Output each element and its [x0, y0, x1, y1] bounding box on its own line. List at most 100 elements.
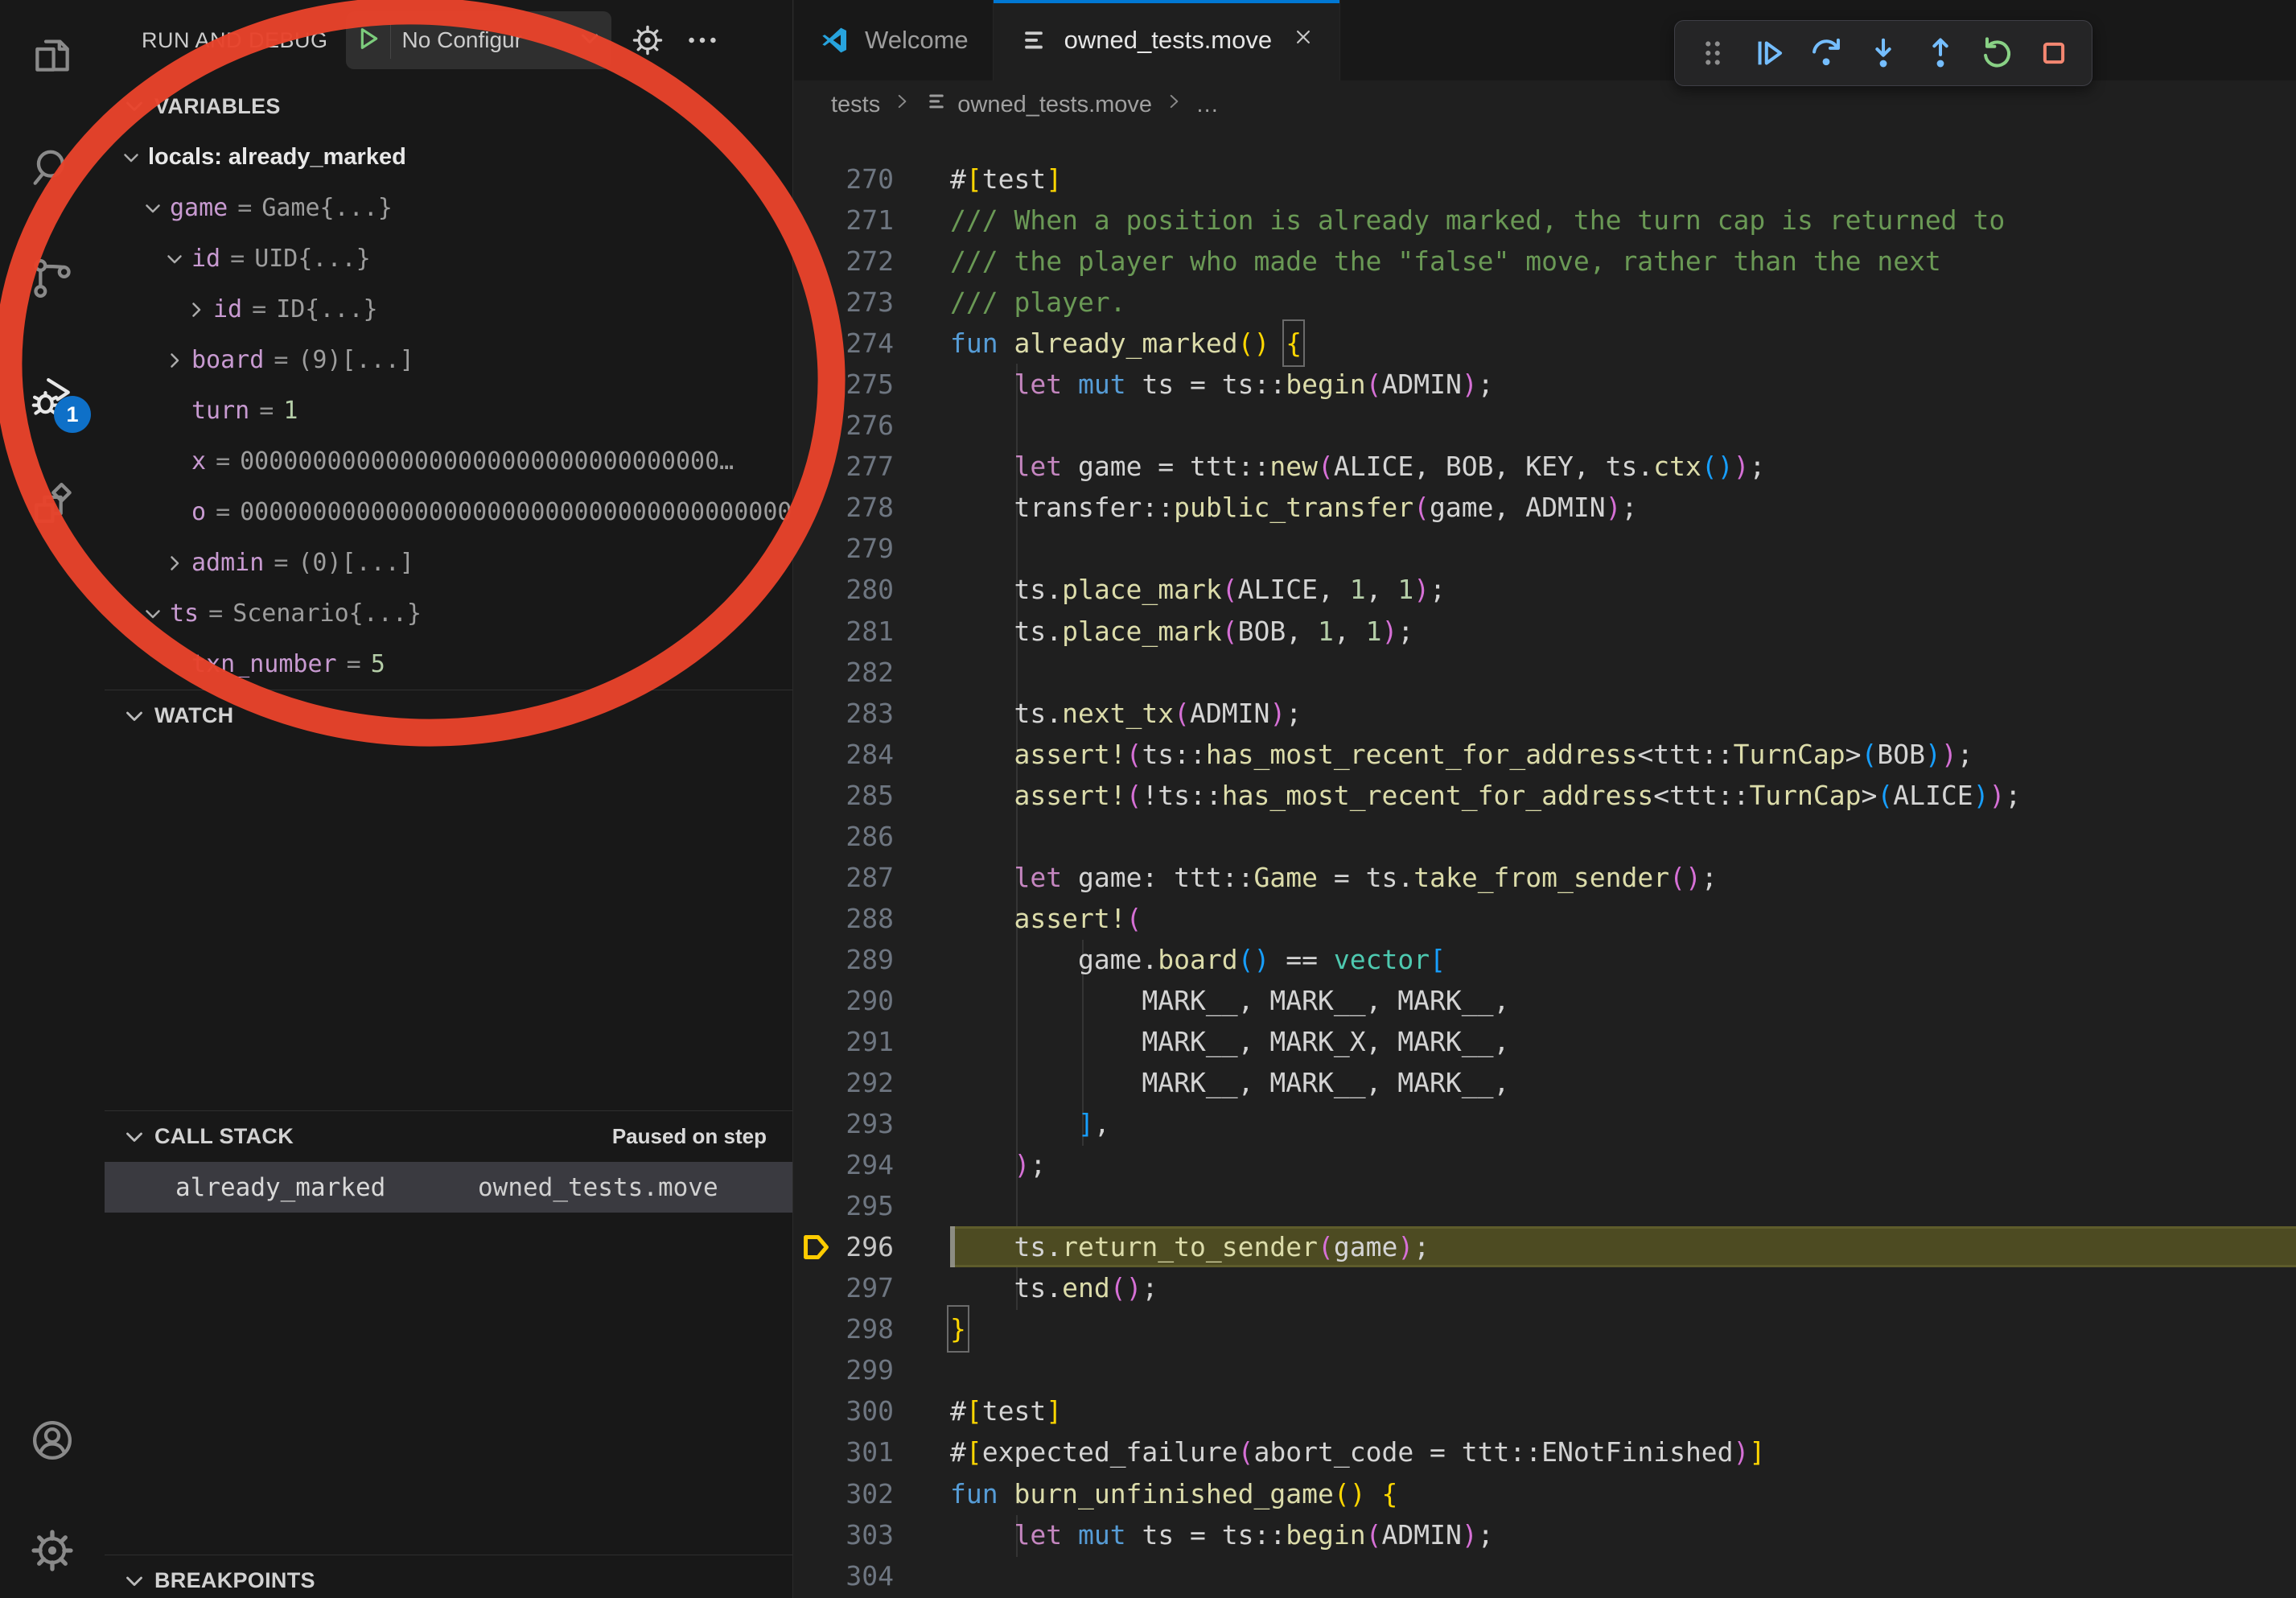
variable-row[interactable]: locals: already_marked [105, 132, 792, 183]
chevron-right-icon[interactable] [184, 298, 213, 322]
variable-name: id [213, 295, 242, 323]
explorer-button[interactable] [27, 30, 78, 81]
call-stack-frame-row[interactable]: already_marked owned_tests.move [105, 1162, 792, 1213]
code-line-280[interactable]: 280 ts.place_mark(ALICE, 1, 1); [794, 569, 2296, 610]
sidebar-header: RUN AND DEBUG No Configur [105, 0, 792, 80]
code-line-285[interactable]: 285 assert!(!ts::has_most_recent_for_add… [794, 775, 2296, 816]
step-over-button[interactable] [1807, 34, 1845, 72]
code-line-288[interactable]: 288 assert!( [794, 898, 2296, 939]
code-line-272[interactable]: 272/// the player who made the "false" m… [794, 241, 2296, 282]
chevron-down-icon[interactable] [141, 602, 170, 626]
code-line-286[interactable]: 286 [794, 816, 2296, 857]
extensions-button[interactable] [27, 480, 78, 531]
tab-owned-tests-move[interactable]: owned_tests.move [994, 0, 1340, 80]
step-into-button[interactable] [1864, 34, 1903, 72]
variable-row[interactable]: id=UID{...} [105, 233, 792, 284]
vscode-window: 1 RUN AND DEBUG No Configur VARIABLES lo… [0, 0, 2296, 1598]
code-line-300[interactable]: 300#[test] [794, 1390, 2296, 1431]
stop-button[interactable] [2035, 34, 2073, 72]
variable-row[interactable]: turn=1 [105, 385, 792, 436]
debug-settings-gear-button[interactable] [629, 22, 666, 59]
code-line-271[interactable]: 271/// When a position is already marked… [794, 200, 2296, 241]
chevron-right-icon[interactable] [163, 348, 191, 373]
code-line-302[interactable]: 302fun burn_unfinished_game() { [794, 1473, 2296, 1514]
run-and-debug-sidebar: RUN AND DEBUG No Configur VARIABLES loca… [105, 0, 793, 1598]
code-line-273[interactable]: 273/// player. [794, 282, 2296, 323]
code-line-279[interactable]: 279 [794, 528, 2296, 569]
chevron-right-icon[interactable] [163, 551, 191, 575]
breadcrumb-item-file[interactable]: owned_tests.move [924, 89, 1152, 121]
code-line-299[interactable]: 299 [794, 1349, 2296, 1390]
call-stack-section-header[interactable]: CALL STACK Paused on step [105, 1110, 792, 1162]
launch-config-dropdown[interactable]: No Configur [346, 11, 611, 69]
code-line-284[interactable]: 284 assert!(ts::has_most_recent_for_addr… [794, 734, 2296, 775]
code-line-277[interactable]: 277 let game = ttt::new(ALICE, BOB, KEY,… [794, 446, 2296, 487]
line-number: 270 [837, 163, 894, 195]
code-line-301[interactable]: 301#[expected_failure(abort_code = ttt::… [794, 1431, 2296, 1472]
code-line-276[interactable]: 276 [794, 405, 2296, 446]
views-more-actions-button[interactable] [684, 22, 721, 59]
code-line-296[interactable]: 296 ts.return_to_sender(game); [794, 1226, 2296, 1267]
run-debug-button[interactable]: 1 [27, 372, 78, 423]
variable-row[interactable]: admin=(0)[...] [105, 537, 792, 588]
equals-sign: = [237, 194, 252, 222]
variable-row[interactable]: id=ID{...} [105, 284, 792, 335]
source-control-button[interactable] [27, 253, 78, 304]
code-line-287[interactable]: 287 let game: ttt::Game = ts.take_from_s… [794, 857, 2296, 898]
code-line-274[interactable]: 274fun already_marked() { [794, 323, 2296, 364]
variables-section-header[interactable]: VARIABLES [105, 80, 792, 132]
code-line-290[interactable]: 290 MARK__, MARK__, MARK__, [794, 980, 2296, 1021]
variable-row[interactable]: board=(9)[...] [105, 335, 792, 385]
code-editor[interactable]: 270#[test]271/// When a position is alre… [794, 129, 2296, 1598]
code-line-298[interactable]: 298} [794, 1308, 2296, 1349]
breakpoints-section-header[interactable]: BREAKPOINTS [105, 1555, 792, 1598]
line-number: 287 [837, 862, 894, 893]
breadcrumb-item-symbol[interactable]: … [1195, 92, 1219, 118]
line-number: 293 [837, 1108, 894, 1139]
code-line-304[interactable]: 304 [794, 1555, 2296, 1596]
watch-body [105, 741, 792, 1110]
start-debug-play-icon[interactable] [346, 23, 391, 59]
code-line-278[interactable]: 278 transfer::public_transfer(game, ADMI… [794, 487, 2296, 528]
code-line-295[interactable]: 295 [794, 1185, 2296, 1226]
code-line-282[interactable]: 282 [794, 652, 2296, 693]
code-line-281[interactable]: 281 ts.place_mark(BOB, 1, 1); [794, 611, 2296, 652]
chevron-spacer [163, 399, 191, 423]
code-line-275[interactable]: 275 let mut ts = ts::begin(ADMIN); [794, 364, 2296, 405]
code-line-297[interactable]: 297 ts.end(); [794, 1267, 2296, 1308]
variable-row[interactable]: o=00000000000000000000000000000000000000… [105, 487, 792, 537]
code-line-283[interactable]: 283 ts.next_tx(ADMIN); [794, 693, 2296, 734]
close-icon[interactable] [1291, 25, 1315, 56]
code-line-289[interactable]: 289 game.board() == vector[ [794, 939, 2296, 980]
code-line-291[interactable]: 291 MARK__, MARK_X, MARK__, [794, 1021, 2296, 1062]
tab-welcome[interactable]: Welcome [794, 0, 994, 80]
variable-name: x [191, 447, 206, 476]
search-button[interactable] [27, 142, 78, 194]
debug-stackframe-icon[interactable] [794, 1229, 837, 1266]
code-line-270[interactable]: 270#[test] [794, 159, 2296, 200]
code-text: assert!( [950, 898, 2296, 939]
chevron-down-icon[interactable] [163, 247, 191, 271]
code-line-293[interactable]: 293 ], [794, 1103, 2296, 1144]
chevron-down-icon[interactable] [141, 196, 170, 220]
breadcrumb-item-tests[interactable]: tests [831, 92, 880, 118]
restart-button[interactable] [1978, 34, 2017, 72]
code-line-292[interactable]: 292 MARK__, MARK__, MARK__, [794, 1062, 2296, 1103]
watch-section-header[interactable]: WATCH [105, 690, 792, 741]
account-button[interactable] [27, 1415, 78, 1466]
variable-name: board [191, 346, 264, 374]
code-line-303[interactable]: 303 let mut ts = ts::begin(ADMIN); [794, 1514, 2296, 1555]
drag-handle[interactable] [1693, 34, 1732, 72]
code-line-294[interactable]: 294 ); [794, 1144, 2296, 1185]
step-out-button[interactable] [1921, 34, 1960, 72]
code-text [950, 1349, 2296, 1390]
settings-button[interactable] [27, 1525, 78, 1576]
chevron-down-icon[interactable] [119, 146, 148, 170]
variable-value: 0000000000000000000000000000000000000000… [240, 498, 792, 526]
variable-row[interactable]: txn_number=5 [105, 639, 792, 690]
continue-button[interactable] [1751, 34, 1789, 72]
variable-row[interactable]: ts=Scenario{...} [105, 588, 792, 639]
code-text: MARK__, MARK__, MARK__, [950, 980, 2296, 1021]
variable-row[interactable]: x=000000000000000000000000000000000… [105, 436, 792, 487]
variable-row[interactable]: game=Game{...} [105, 183, 792, 233]
